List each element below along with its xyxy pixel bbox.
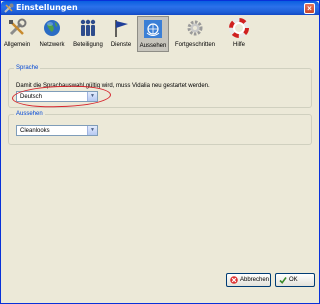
un-emblem-icon xyxy=(144,20,162,38)
checkmark-icon xyxy=(279,277,287,284)
style-select-value: Cleanlooks xyxy=(20,128,50,134)
close-button[interactable]: × xyxy=(304,3,315,14)
tab-hilfe-label: Hilfe xyxy=(232,42,245,48)
tab-fortgeschritten-label: Fortgeschritten xyxy=(174,42,216,48)
tab-beteiligung-label: Beteiligung xyxy=(73,42,103,48)
style-group: Aussehen Cleanlooks ▼ xyxy=(8,111,312,145)
tab-aussehen-label: Aussehen xyxy=(139,43,167,49)
tab-hilfe[interactable]: Hilfe xyxy=(227,16,251,52)
tab-netzwerk-label: Netzwerk xyxy=(39,42,65,48)
tab-beteiligung[interactable]: Beteiligung xyxy=(71,16,105,52)
tab-allgemein-label: Allgemein xyxy=(3,42,31,48)
cancel-icon xyxy=(230,276,238,284)
gear-icon xyxy=(187,20,203,36)
tab-fortgeschritten[interactable]: Fortgeschritten xyxy=(172,16,218,52)
tab-dienste[interactable]: Dienste xyxy=(108,16,134,52)
ok-button[interactable]: OK xyxy=(275,273,315,287)
settings-window: Einstellungen × Allgemein Netzwerk Betei… xyxy=(0,0,320,304)
tools-icon xyxy=(9,18,27,36)
cancel-button[interactable]: Abbrechen xyxy=(226,273,271,287)
toolbar: Allgemein Netzwerk Beteiligung Dienste A… xyxy=(2,15,318,53)
window-title: Einstellungen xyxy=(16,3,78,12)
tab-netzwerk[interactable]: Netzwerk xyxy=(36,16,68,52)
language-group-title: Sprache xyxy=(14,65,41,72)
title-bar[interactable]: Einstellungen × xyxy=(1,1,319,15)
tab-dienste-label: Dienste xyxy=(110,42,132,48)
style-select[interactable]: Cleanlooks ▼ xyxy=(16,125,98,136)
style-group-title: Aussehen xyxy=(14,111,45,118)
chevron-down-icon[interactable]: ▼ xyxy=(87,126,97,135)
tab-aussehen[interactable]: Aussehen xyxy=(137,16,169,52)
tab-allgemein[interactable]: Allgemein xyxy=(2,16,32,52)
help-icon xyxy=(229,18,249,38)
users-icon xyxy=(80,19,96,36)
globe-icon xyxy=(44,20,60,36)
tools-icon xyxy=(4,3,14,13)
flag-icon xyxy=(115,20,128,37)
ok-button-label: OK xyxy=(289,277,298,283)
cancel-button-label: Abbrechen xyxy=(240,277,270,283)
